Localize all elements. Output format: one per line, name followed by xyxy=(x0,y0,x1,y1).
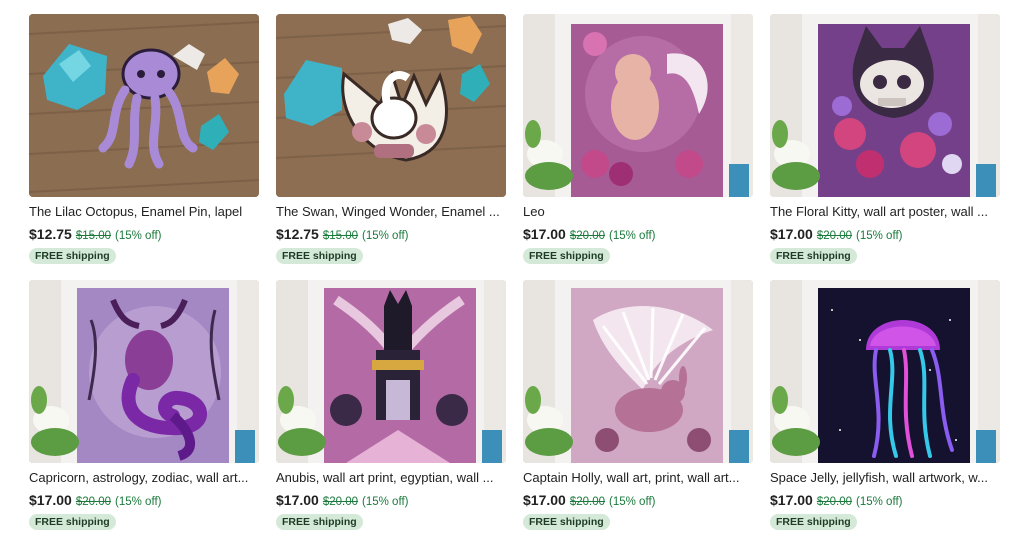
discount-label: (15% off) xyxy=(362,230,409,242)
original-price: $20.00 xyxy=(816,496,853,508)
price-row: $17.00 $20.00 (15% off) xyxy=(29,490,259,510)
free-shipping-badge: FREE shipping xyxy=(770,514,857,530)
discount-label: (15% off) xyxy=(115,496,162,508)
listing-image[interactable] xyxy=(770,280,1000,463)
discount-label: (15% off) xyxy=(609,230,656,242)
listing-card[interactable]: The Swan, Winged Wonder, Enamel ... $12.… xyxy=(276,14,506,273)
sale-price: $17.00 xyxy=(523,492,566,508)
original-price: $20.00 xyxy=(816,230,853,242)
original-price: $20.00 xyxy=(75,496,112,508)
listing-card[interactable]: Space Jelly, jellyfish, wall artwork, w.… xyxy=(770,280,1000,539)
discount-label: (15% off) xyxy=(115,230,162,242)
listing-title[interactable]: Space Jelly, jellyfish, wall artwork, w.… xyxy=(770,470,998,486)
price-row: $12.75 $15.00 (15% off) xyxy=(29,224,259,244)
listing-card[interactable]: Captain Holly, wall art, print, wall art… xyxy=(523,280,753,539)
discount-label: (15% off) xyxy=(362,496,409,508)
listing-card[interactable]: Capricorn, astrology, zodiac, wall art..… xyxy=(29,280,259,539)
sale-price: $12.75 xyxy=(29,226,72,242)
free-shipping-badge: FREE shipping xyxy=(276,514,363,530)
sale-price: $17.00 xyxy=(276,492,319,508)
sale-price: $17.00 xyxy=(770,226,813,242)
price-row: $17.00 $20.00 (15% off) xyxy=(523,224,753,244)
listing-card[interactable]: The Floral Kitty, wall art poster, wall … xyxy=(770,14,1000,273)
original-price: $20.00 xyxy=(322,496,359,508)
free-shipping-badge: FREE shipping xyxy=(523,514,610,530)
listing-title[interactable]: Capricorn, astrology, zodiac, wall art..… xyxy=(29,470,257,486)
original-price: $20.00 xyxy=(569,496,606,508)
listing-title[interactable]: Captain Holly, wall art, print, wall art… xyxy=(523,470,751,486)
listing-title[interactable]: Anubis, wall art print, egyptian, wall .… xyxy=(276,470,504,486)
free-shipping-badge: FREE shipping xyxy=(770,248,857,264)
listing-image[interactable] xyxy=(29,280,259,463)
price-row: $17.00 $20.00 (15% off) xyxy=(770,224,1000,244)
price-row: $17.00 $20.00 (15% off) xyxy=(276,490,506,510)
sale-price: $17.00 xyxy=(770,492,813,508)
listing-image[interactable] xyxy=(29,14,259,197)
listing-title[interactable]: The Swan, Winged Wonder, Enamel ... xyxy=(276,204,504,220)
listing-image[interactable] xyxy=(276,14,506,197)
listing-image[interactable] xyxy=(523,280,753,463)
listing-grid: The Lilac Octopus, Enamel Pin, lapel $12… xyxy=(29,14,1001,539)
listing-card[interactable]: Leo $17.00 $20.00 (15% off) FREE shippin… xyxy=(523,14,753,273)
discount-label: (15% off) xyxy=(609,496,656,508)
original-price: $15.00 xyxy=(75,230,112,242)
discount-label: (15% off) xyxy=(856,230,903,242)
discount-label: (15% off) xyxy=(856,496,903,508)
listing-image[interactable] xyxy=(523,14,753,197)
free-shipping-badge: FREE shipping xyxy=(29,514,116,530)
price-row: $17.00 $20.00 (15% off) xyxy=(770,490,1000,510)
listing-card[interactable]: Anubis, wall art print, egyptian, wall .… xyxy=(276,280,506,539)
original-price: $15.00 xyxy=(322,230,359,242)
listing-image[interactable] xyxy=(276,280,506,463)
listing-title[interactable]: The Lilac Octopus, Enamel Pin, lapel xyxy=(29,204,257,220)
price-row: $17.00 $20.00 (15% off) xyxy=(523,490,753,510)
listing-title[interactable]: Leo xyxy=(523,204,751,220)
free-shipping-badge: FREE shipping xyxy=(276,248,363,264)
sale-price: $17.00 xyxy=(523,226,566,242)
sale-price: $12.75 xyxy=(276,226,319,242)
free-shipping-badge: FREE shipping xyxy=(523,248,610,264)
listing-title[interactable]: The Floral Kitty, wall art poster, wall … xyxy=(770,204,998,220)
free-shipping-badge: FREE shipping xyxy=(29,248,116,264)
listing-card[interactable]: The Lilac Octopus, Enamel Pin, lapel $12… xyxy=(29,14,259,273)
sale-price: $17.00 xyxy=(29,492,72,508)
listing-image[interactable] xyxy=(770,14,1000,197)
original-price: $20.00 xyxy=(569,230,606,242)
price-row: $12.75 $15.00 (15% off) xyxy=(276,224,506,244)
